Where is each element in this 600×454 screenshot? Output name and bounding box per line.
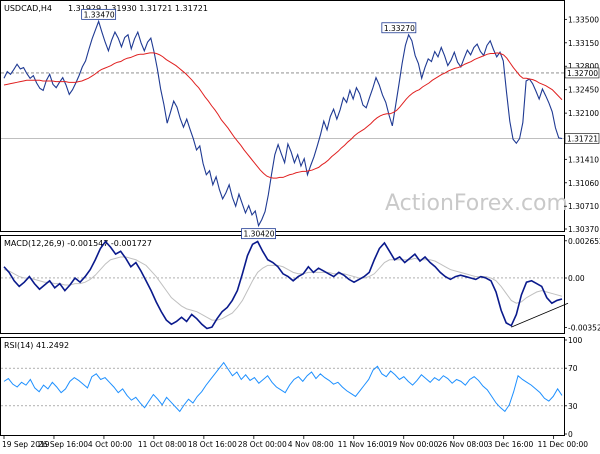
macd-y-axis: 0.002652 0.00 -0.003526 — [564, 237, 600, 332]
rsi-ytick-label-2: 30 — [568, 402, 578, 411]
macd-ytick-label-1: 0.00 — [568, 274, 585, 283]
macd-panel-frame — [0, 235, 565, 334]
chart-root: USDCAD,H4 1.31929 1.31930 1.31721 1.3172… — [0, 0, 600, 450]
price-ytick-label-4: 1.32100 — [568, 109, 599, 118]
watermark: ActionForex.com — [385, 191, 568, 216]
x-tick-label-5: 28 Oct 00:00 — [238, 440, 287, 449]
x-tick-label-1: 26 Sep 16:00 — [38, 440, 88, 449]
rsi-ytick-label-1: 70 — [568, 364, 578, 373]
price-label-1: 1.30420 — [244, 230, 275, 239]
price-ytick-label-3: 1.32450 — [568, 86, 599, 95]
x-tick-label-2: 4 Oct 00:00 — [88, 440, 132, 449]
macd-header: MACD(12,26,9) -0.001547 -0.001727 — [4, 239, 152, 248]
price-ytick-label-1: 1.33150 — [568, 39, 599, 48]
x-axis: 19 Sep 201926 Sep 16:00 4 Oct 00:00 11 Oct… — [2, 436, 588, 449]
price-axis-marker-1: 1.31721 — [567, 135, 598, 144]
price-ytick-label-7: 1.30710 — [568, 202, 599, 211]
macd-ytick-label-0: 0.002652 — [568, 237, 600, 246]
price-y-axis: 1.335001.331501.328001.324501.321001.314… — [564, 15, 600, 234]
price-ytick-label-8: 1.30370 — [568, 225, 599, 234]
x-tick-label-4: 18 Oct 16:00 — [188, 440, 237, 449]
rsi-y-axis: 100 70 30 0 — [564, 336, 583, 439]
macd-ytick-label-2: -0.003526 — [568, 323, 600, 332]
rsi-ytick-label-0: 100 — [568, 336, 583, 345]
price-label-2: 1.33270 — [384, 24, 415, 33]
price-ytick-label-6: 1.31060 — [568, 179, 599, 188]
x-tick-label-8: 19 Nov 00:00 — [388, 440, 439, 449]
x-tick-label-6: 4 Nov 08:00 — [288, 440, 334, 449]
x-tick-label-3: 11 Oct 08:00 — [138, 440, 187, 449]
x-tick-label-7: 11 Nov 16:00 — [338, 440, 389, 449]
price-ytick-label-0: 1.33500 — [568, 15, 599, 24]
x-tick-label-9: 26 Nov 08:00 — [438, 440, 489, 449]
chart-svg: USDCAD,H4 1.31929 1.31930 1.31721 1.3172… — [0, 0, 600, 449]
price-label-0: 1.33470 — [84, 10, 115, 19]
price-axis-marker-0: 1.32700 — [567, 69, 598, 78]
rsi-header: RSI(14) 41.2492 — [4, 341, 69, 350]
x-tick-label-10: 3 Dec 16:00 — [488, 440, 534, 449]
price-symbol-header: USDCAD,H4 — [4, 4, 52, 13]
rsi-ytick-label-3: 0 — [568, 430, 573, 439]
price-ytick-label-5: 1.31410 — [568, 155, 599, 164]
x-tick-label-11: 11 Dec 00:00 — [538, 440, 589, 449]
